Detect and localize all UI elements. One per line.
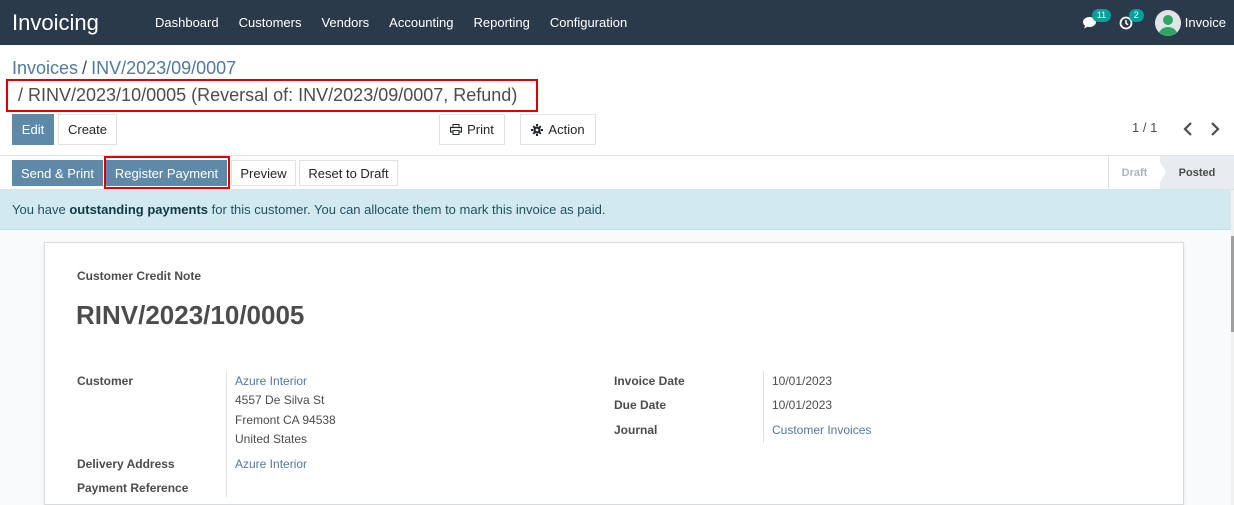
print-button[interactable]: Print	[439, 114, 505, 145]
menu-item-configuration[interactable]: Configuration	[540, 0, 637, 45]
menu-item-dashboard[interactable]: Dashboard	[145, 0, 229, 45]
pager-value[interactable]: 1 / 1	[1132, 120, 1157, 135]
printer-icon	[450, 124, 463, 135]
due-date-value[interactable]: 10/01/2023	[772, 398, 832, 412]
stage-arrow	[1156, 156, 1166, 189]
action-button-label: Action	[548, 122, 585, 137]
chevron-right-icon[interactable]	[1208, 121, 1222, 137]
delivery-address-label: Delivery Address	[77, 457, 175, 471]
menu-item-customers[interactable]: Customers	[229, 0, 312, 45]
invoice-date-label: Invoice Date	[614, 374, 685, 388]
chevron-left-icon[interactable]	[1181, 121, 1195, 137]
customer-link[interactable]: Azure Interior	[235, 374, 307, 388]
reset-to-draft-button[interactable]: Reset to Draft	[299, 160, 398, 186]
record-title: / RINV/2023/10/0005 (Reversal of: INV/20…	[18, 85, 518, 105]
breadcrumb-parent-record-link[interactable]: INV/2023/09/0007	[91, 58, 236, 78]
user-menu[interactable]: Invoice	[1154, 9, 1230, 36]
systray: 11 2 Invoice	[1082, 0, 1234, 45]
main-menu: Dashboard Customers Vendors Accounting R…	[145, 0, 637, 45]
messages-count-badge: 11	[1091, 8, 1112, 22]
journal-label: Journal	[614, 423, 658, 437]
gear-icon	[531, 123, 544, 136]
preview-button[interactable]: Preview	[231, 160, 296, 186]
edit-button[interactable]: Edit	[12, 114, 54, 145]
breadcrumb-invoices-link[interactable]: Invoices	[12, 58, 78, 78]
right-field-divider	[763, 371, 764, 443]
activities-count-badge: 2	[1128, 8, 1144, 22]
user-icon	[1154, 9, 1181, 36]
user-name: Invoice	[1184, 15, 1226, 30]
top-navbar: Invoicing Dashboard Customers Vendors Ac…	[0, 0, 1234, 45]
print-button-label: Print	[467, 122, 494, 137]
menu-item-accounting[interactable]: Accounting	[379, 0, 463, 45]
customer-address-city: Fremont CA 94538	[235, 413, 336, 427]
stage-draft[interactable]: Draft	[1108, 156, 1160, 189]
breadcrumb: Invoices / INV/2023/09/0007	[12, 58, 236, 79]
left-field-divider	[226, 371, 227, 497]
stage-posted[interactable]: Posted	[1160, 156, 1234, 189]
breadcrumb-separator: /	[82, 58, 88, 78]
alert-suffix: for this customer. You can allocate them…	[208, 202, 606, 217]
alert-bold: outstanding payments	[69, 202, 209, 217]
document-type-label: Customer Credit Note	[77, 269, 202, 283]
register-payment-highlight	[104, 156, 230, 189]
create-button[interactable]: Create	[58, 114, 117, 145]
invoice-date-value[interactable]: 10/01/2023	[772, 374, 832, 388]
journal-link[interactable]: Customer Invoices	[772, 423, 871, 437]
send-print-button[interactable]: Send & Print	[12, 160, 103, 186]
customer-address-country: United States	[235, 432, 308, 446]
app-name[interactable]: Invoicing	[0, 10, 145, 36]
delivery-address-link[interactable]: Azure Interior	[235, 457, 307, 471]
activities-button[interactable]: 2	[1119, 8, 1144, 30]
alert-prefix: You have	[12, 202, 70, 217]
menu-item-vendors[interactable]: Vendors	[311, 0, 379, 45]
messages-button[interactable]: 11	[1082, 8, 1112, 30]
document-name: RINV/2023/10/0005	[76, 300, 305, 330]
outstanding-payments-alert: You have outstanding payments for this c…	[0, 190, 1231, 230]
menu-item-reporting[interactable]: Reporting	[464, 0, 540, 45]
due-date-label: Due Date	[614, 398, 667, 412]
customer-address-street: 4557 De Silva St	[235, 393, 325, 407]
avatar	[1154, 9, 1181, 36]
payment-reference-label: Payment Reference	[77, 481, 189, 495]
action-button[interactable]: Action	[520, 114, 596, 145]
customer-label: Customer	[77, 374, 134, 388]
